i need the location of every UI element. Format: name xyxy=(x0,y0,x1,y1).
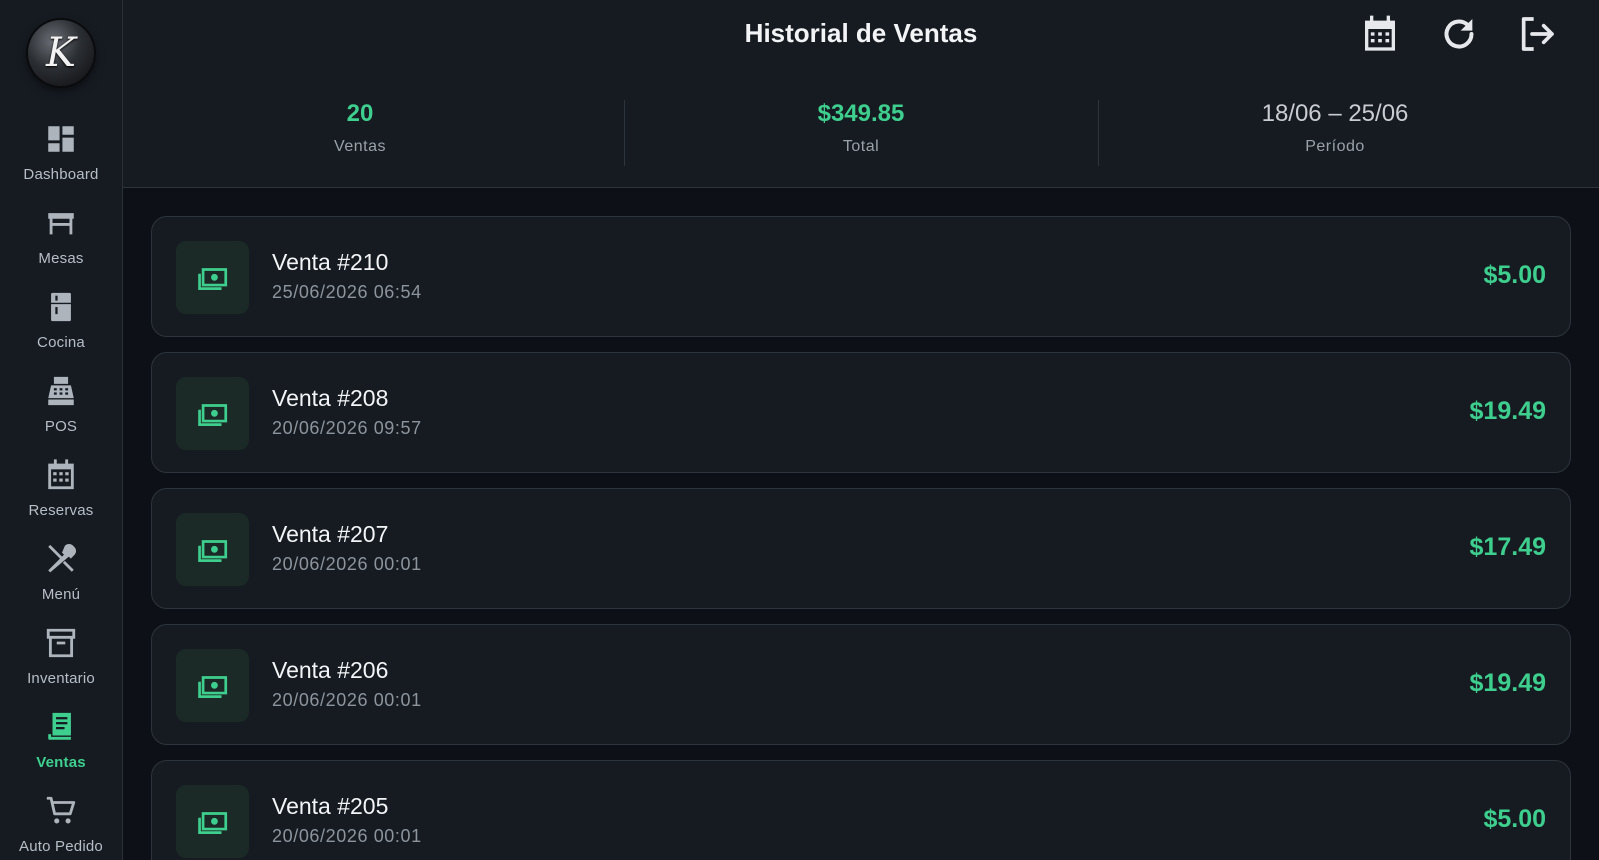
stat-sales-total: $349.85 Total xyxy=(624,100,1098,156)
sale-icon-box xyxy=(176,241,249,314)
sidebar-item-mesas[interactable]: Mesas xyxy=(0,200,122,284)
cash-register-icon xyxy=(44,374,78,408)
stat-label: Total xyxy=(842,138,880,155)
sale-date: 20/06/2026 00:01 xyxy=(272,554,422,574)
sale-name: Venta #205 xyxy=(272,793,389,819)
date-filter-button[interactable] xyxy=(1360,14,1400,54)
stat-value: $349.85 xyxy=(817,100,905,127)
sale-amount: $5.00 xyxy=(1483,805,1546,833)
sale-amount: $19.49 xyxy=(1469,669,1546,697)
sidebar-item-auto-pedido[interactable]: Auto Pedido xyxy=(0,788,122,860)
sale-card[interactable]: Venta #206 20/06/2026 00:01 $19.49 xyxy=(151,624,1571,745)
sidebar-item-cocina[interactable]: Cocina xyxy=(0,284,122,368)
sidebar-item-inventario[interactable]: Inventario xyxy=(0,620,122,704)
sale-name: Venta #210 xyxy=(272,249,389,275)
sale-date: 25/06/2026 06:54 xyxy=(272,282,422,302)
cash-icon xyxy=(197,539,227,562)
sidebar-item-label: Inventario xyxy=(27,670,95,687)
sale-icon-box xyxy=(176,649,249,722)
refresh-button[interactable] xyxy=(1439,14,1479,54)
app-logo[interactable]: K xyxy=(28,20,94,86)
sale-icon-box xyxy=(176,377,249,450)
sale-icon-box xyxy=(176,785,249,858)
refresh-icon xyxy=(1444,19,1474,49)
sidebar-item-label: Mesas xyxy=(38,250,84,267)
cash-icon xyxy=(197,811,227,834)
logout-button[interactable] xyxy=(1517,14,1557,54)
sale-card[interactable]: Venta #208 20/06/2026 09:57 $19.49 xyxy=(151,352,1571,473)
sale-name: Venta #208 xyxy=(272,385,389,411)
sale-card[interactable]: Venta #207 20/06/2026 00:01 $17.49 xyxy=(151,488,1571,609)
stat-value: 18/06 – 25/06 xyxy=(1261,100,1409,127)
sale-amount: $17.49 xyxy=(1469,533,1546,561)
sidebar-item-label: POS xyxy=(44,418,78,435)
sidebar-item-menu[interactable]: Menú xyxy=(0,536,122,620)
cash-icon xyxy=(197,675,227,698)
page-header: Historial de Ventas 20 Ventas $349.85 To… xyxy=(123,0,1599,188)
main-content: Historial de Ventas 20 Ventas $349.85 To… xyxy=(123,0,1599,860)
stat-label: Ventas xyxy=(334,138,386,155)
sidebar-item-label: Menú xyxy=(41,586,81,603)
utensils-icon xyxy=(44,542,78,576)
sidebar-item-label: Reservas xyxy=(28,502,94,519)
stat-label: Período xyxy=(1305,138,1365,155)
dashboard-icon xyxy=(44,122,78,156)
sidebar: K Dashboard Mesas Cocina POS Reservas Me… xyxy=(0,0,123,860)
table-icon xyxy=(44,206,78,240)
stat-sales-count: 20 Ventas xyxy=(123,100,597,156)
stat-value: 20 xyxy=(346,100,374,127)
logout-icon xyxy=(1521,17,1554,51)
sale-name: Venta #206 xyxy=(272,657,389,683)
cash-icon xyxy=(197,403,227,426)
app-root: K Dashboard Mesas Cocina POS Reservas Me… xyxy=(0,0,1599,860)
sale-icon-box xyxy=(176,513,249,586)
sale-amount: $5.00 xyxy=(1483,261,1546,289)
sidebar-item-dashboard[interactable]: Dashboard xyxy=(0,116,122,200)
sale-amount: $19.49 xyxy=(1469,397,1546,425)
sidebar-item-label: Ventas xyxy=(36,754,86,771)
sidebar-item-pos[interactable]: POS xyxy=(0,368,122,452)
logo-letter: K xyxy=(46,30,76,76)
sidebar-item-label: Cocina xyxy=(37,334,85,351)
calendar-icon xyxy=(1365,15,1395,51)
cart-icon xyxy=(44,794,78,828)
sale-date: 20/06/2026 00:01 xyxy=(272,690,422,710)
sale-date: 20/06/2026 00:01 xyxy=(272,826,422,846)
calendar-icon xyxy=(44,458,78,492)
fridge-icon xyxy=(44,290,78,324)
sale-name: Venta #207 xyxy=(272,521,389,547)
sale-card[interactable]: Venta #210 25/06/2026 06:54 $5.00 xyxy=(151,216,1571,337)
receipt-icon xyxy=(44,710,78,744)
stat-period: 18/06 – 25/06 Período xyxy=(1098,100,1572,156)
sidebar-item-reservas[interactable]: Reservas xyxy=(0,452,122,536)
sale-date: 20/06/2026 09:57 xyxy=(272,418,422,438)
cash-icon xyxy=(197,267,227,290)
sale-card[interactable]: Venta #205 20/06/2026 00:01 $5.00 xyxy=(151,760,1571,860)
sidebar-item-label: Dashboard xyxy=(23,166,99,183)
sidebar-item-label: Auto Pedido xyxy=(19,838,103,855)
archive-box-icon xyxy=(44,626,78,660)
sidebar-item-ventas[interactable]: Ventas xyxy=(0,704,122,788)
